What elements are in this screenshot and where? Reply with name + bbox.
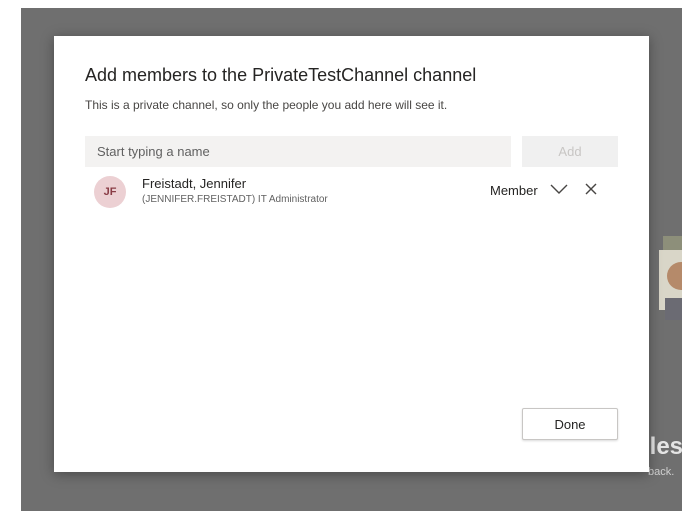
member-detail: (JENNIFER.FREISTADT) IT Administrator [142,194,328,205]
member-list-item: JF Freistadt, Jennifer (JENNIFER.FREISTA… [85,174,625,210]
chevron-down-icon[interactable] [549,182,569,196]
member-role-dropdown[interactable]: Member [490,183,538,198]
add-members-dialog: Add members to the PrivateTestChannel ch… [54,36,649,472]
dialog-title: Add members to the PrivateTestChannel ch… [85,65,477,85]
member-name: Freistadt, Jennifer [142,176,247,191]
dialog-subtitle: This is a private channel, so only the p… [85,98,448,112]
done-button[interactable]: Done [522,408,618,440]
close-icon[interactable] [583,181,599,197]
background-caption-partial: back. [648,466,675,478]
member-search-input[interactable] [85,136,511,167]
avatar: JF [94,176,126,208]
add-button[interactable]: Add [522,136,618,167]
